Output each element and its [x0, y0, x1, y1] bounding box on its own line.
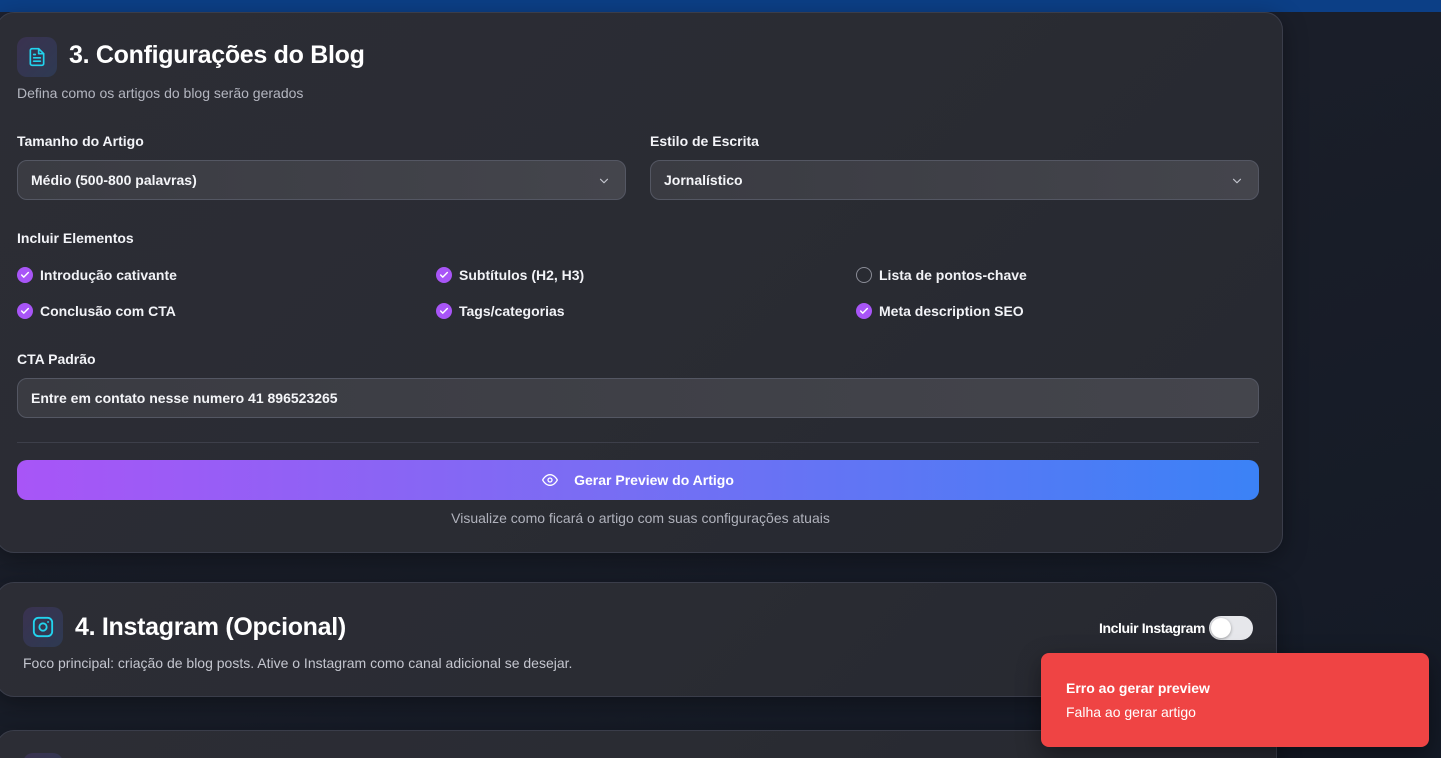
writing-style-select[interactable]: Jornalístico: [650, 160, 1259, 200]
instagram-icon: [23, 607, 63, 647]
checkbox-tags[interactable]: Tags/categorias: [436, 303, 565, 319]
include-instagram-toggle[interactable]: [1209, 616, 1253, 640]
checkbox-label: Introdução cativante: [40, 267, 177, 283]
cta-input[interactable]: Entre em contato nesse numero 41 8965232…: [17, 378, 1259, 418]
generate-preview-label: Gerar Preview do Artigo: [574, 472, 734, 488]
unchecked-circle-icon: [856, 267, 872, 283]
section-title: 3. Configurações do Blog: [69, 41, 365, 69]
top-bar: [0, 0, 1441, 12]
chevron-down-icon: [1232, 178, 1242, 184]
checkbox-conclusion-cta[interactable]: Conclusão com CTA: [17, 303, 176, 319]
section-subtitle: Defina como os artigos do blog serão ger…: [17, 85, 304, 101]
writing-style-label: Estilo de Escrita: [650, 133, 759, 149]
checkbox-intro[interactable]: Introdução cativante: [17, 267, 177, 283]
blog-settings-card: 3. Configurações do Blog Defina como os …: [0, 12, 1283, 553]
cta-value: Entre em contato nesse numero 41 8965232…: [31, 390, 338, 406]
checkbox-subtitles[interactable]: Subtítulos (H2, H3): [436, 267, 584, 283]
instagram-title: 4. Instagram (Opcional): [75, 613, 346, 641]
chevron-down-icon: [599, 178, 609, 184]
toggle-knob: [1211, 618, 1231, 638]
checkbox-label: Lista de pontos-chave: [879, 267, 1027, 283]
article-size-value: Médio (500-800 palavras): [31, 172, 197, 188]
preview-hint: Visualize como ficará o artigo com suas …: [451, 510, 830, 526]
document-icon: [17, 37, 57, 77]
checkbox-label: Conclusão com CTA: [40, 303, 176, 319]
checkbox-label: Tags/categorias: [459, 303, 565, 319]
cta-label: CTA Padrão: [17, 351, 96, 367]
check-icon: [436, 267, 452, 283]
checkbox-label: Meta description SEO: [879, 303, 1024, 319]
check-icon: [856, 303, 872, 319]
check-icon: [17, 303, 33, 319]
toast-title: Erro ao gerar preview: [1066, 680, 1210, 696]
instagram-subtitle: Foco principal: criação de blog posts. A…: [23, 655, 573, 671]
eye-icon: [542, 474, 559, 486]
article-size-label: Tamanho do Artigo: [17, 133, 144, 149]
check-icon: [436, 303, 452, 319]
include-elements-label: Incluir Elementos: [17, 230, 134, 246]
section-icon: [23, 753, 63, 758]
generate-preview-button[interactable]: Gerar Preview do Artigo: [17, 460, 1259, 500]
error-toast[interactable]: Erro ao gerar preview Falha ao gerar art…: [1041, 653, 1429, 747]
check-icon: [17, 267, 33, 283]
checkbox-label: Subtítulos (H2, H3): [459, 267, 585, 283]
toast-message: Falha ao gerar artigo: [1066, 704, 1196, 720]
include-instagram-label: Incluir Instagram: [1099, 620, 1206, 636]
checkbox-meta-seo[interactable]: Meta description SEO: [856, 303, 1024, 319]
writing-style-value: Jornalístico: [664, 172, 743, 188]
checkbox-key-points[interactable]: Lista de pontos-chave: [856, 267, 1027, 283]
article-size-select[interactable]: Médio (500-800 palavras): [17, 160, 626, 200]
divider: [17, 442, 1259, 443]
